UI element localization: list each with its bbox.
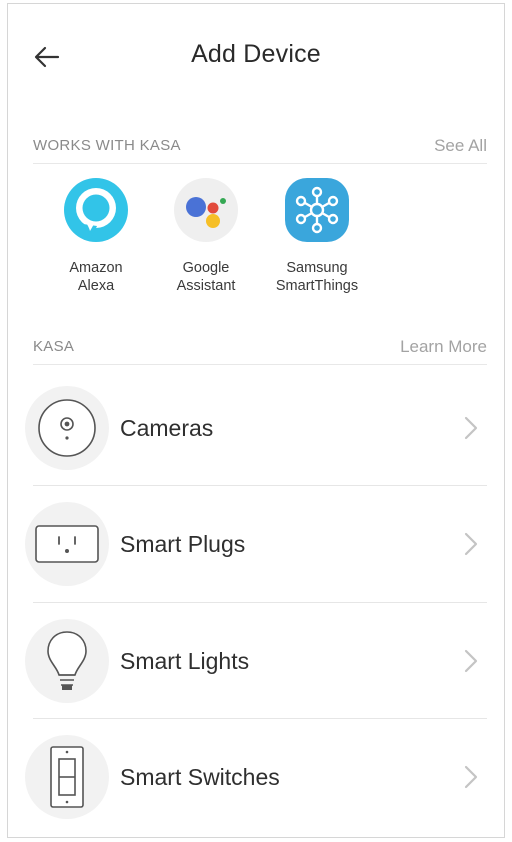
section-label: WORKS WITH KASA [33,137,181,154]
see-all-link[interactable]: See All [434,136,487,156]
partner-samsung-smartthings[interactable]: Samsung SmartThings [261,177,373,295]
icon-circle [25,386,109,470]
chevron-right-icon [459,765,483,789]
partner-name: Samsung SmartThings [275,260,359,294]
plug-icon [35,525,99,563]
device-row-cameras[interactable]: Cameras [25,370,487,486]
icon-circle [25,619,109,703]
smartthings-logo-icon [285,178,349,242]
chevron-right-icon [459,416,483,440]
page-title: Add Device [191,40,321,68]
bulb-icon [47,631,87,690]
device-row-smart-plugs[interactable]: Smart Plugs [25,486,487,602]
switch-icon [50,746,84,808]
partner-name: Google Assistant [176,260,236,294]
camera-icon [38,399,96,457]
icon-circle [25,735,109,819]
chevron-right-icon [459,649,483,673]
partner-name: Amazon Alexa [69,260,123,294]
chevron-right-icon [459,532,483,556]
icon-circle [25,502,109,586]
header: Add Device [8,4,504,108]
device-row-smart-lights[interactable]: Smart Lights [25,603,487,719]
device-category-label: Smart Plugs [120,530,246,557]
partner-amazon-alexa[interactable]: Amazon Alexa [40,177,152,295]
learn-more-link[interactable]: Learn More [400,337,487,357]
alexa-logo-icon [64,178,128,242]
app-screen: Add Device WORKS WITH KASA See All Amazo… [7,3,505,838]
device-category-label: Smart Switches [120,763,280,790]
partner-list: Amazon Alexa Google Assistant Samsung Sm… [8,177,504,297]
device-category-label: Smart Lights [120,647,250,674]
partner-google-assistant[interactable]: Google Assistant [150,177,262,295]
google-assistant-logo-icon [174,178,238,242]
device-row-smart-switches[interactable]: Smart Switches [25,719,487,835]
device-category-label: Cameras [120,414,214,441]
section-label: KASA [33,338,75,355]
works-with-kasa-header: WORKS WITH KASA See All [33,129,487,164]
kasa-header: KASA Learn More [33,330,487,365]
